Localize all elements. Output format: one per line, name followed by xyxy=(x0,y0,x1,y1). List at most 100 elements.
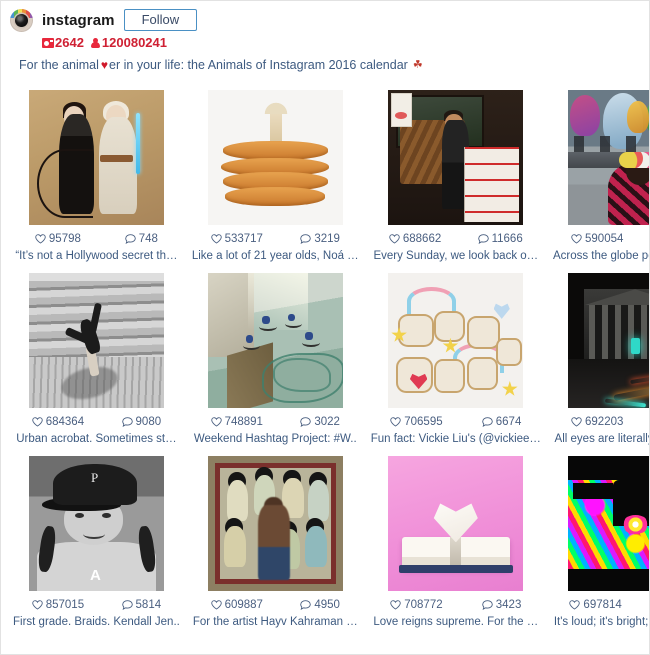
post-caption[interactable]: It's loud; it's bright; it's psyche… xyxy=(553,615,649,630)
speech-bubble-icon xyxy=(300,417,312,427)
heart-icon xyxy=(210,234,222,244)
post-artwork-a7 xyxy=(388,273,524,408)
post-thumbnail[interactable] xyxy=(192,90,359,225)
post-thumbnail[interactable] xyxy=(13,90,180,225)
post-cell-4[interactable]: 590054 2732 Across the globe people are … xyxy=(547,83,649,266)
heart-icon xyxy=(32,417,43,427)
post-thumbnail[interactable] xyxy=(553,456,649,591)
post-caption[interactable]: Like a lot of 21 year olds, Noá … xyxy=(192,249,359,264)
profile-header: instagram Follow 2642 120080241 For the … xyxy=(1,1,649,73)
post-cell-1[interactable]: 95798 748 “It’s not a Hollywood secret t… xyxy=(7,83,186,266)
post-image[interactable] xyxy=(207,90,343,225)
post-stats: 692203 3192 xyxy=(553,416,649,428)
post-comments: 9080 xyxy=(121,416,162,428)
post-thumbnail[interactable] xyxy=(553,90,649,225)
post-caption[interactable]: Fun fact: Vickie Liu's (@vickiee… xyxy=(371,432,541,447)
post-comments: 4950 xyxy=(300,599,340,611)
post-image[interactable] xyxy=(207,273,343,408)
post-image[interactable] xyxy=(388,273,524,408)
post-cell-9[interactable]: PA 857015 5814 First grade. Braids. Kend… xyxy=(7,449,186,632)
comments-count: 9080 xyxy=(135,416,162,428)
post-stats: 748891 3022 xyxy=(192,416,359,428)
post-cell-6[interactable]: 748891 3022 Weekend Hashtag Project: #W.… xyxy=(186,266,365,449)
heart-icon xyxy=(210,600,222,610)
post-comments: 5814 xyxy=(121,599,162,611)
likes-count: 95798 xyxy=(48,233,81,245)
post-caption[interactable]: Across the globe people are a… xyxy=(553,249,649,264)
post-cell-10[interactable]: 609887 4950 For the artist Hayv Kahraman… xyxy=(186,449,365,632)
speech-bubble-icon xyxy=(482,417,493,427)
speech-bubble-icon xyxy=(482,600,493,610)
post-caption[interactable]: For the artist Hayv Kahraman … xyxy=(192,615,359,630)
profile-username[interactable]: instagram xyxy=(42,12,115,29)
post-cell-7[interactable]: 706595 6674 Fun fact: Vickie Liu's (@vic… xyxy=(365,266,547,449)
post-caption[interactable]: First grade. Braids. Kendall Jen.. xyxy=(13,615,180,630)
comments-count: 5814 xyxy=(135,599,162,611)
post-artwork-a6 xyxy=(207,273,343,408)
post-cell-11[interactable]: 708772 3423 Love reigns supreme. For the… xyxy=(365,449,547,632)
post-image[interactable] xyxy=(388,90,524,225)
likes-count: 708772 xyxy=(404,599,443,611)
post-image[interactable] xyxy=(567,90,649,225)
profile-bio: For the animal ♥ er in your life: the An… xyxy=(19,57,649,73)
post-cell-3[interactable]: 688662 11666 Every Sunday, we look back … xyxy=(365,83,547,266)
bio-trailing-emoji-icon: ☘ xyxy=(412,58,423,71)
comments-count: 748 xyxy=(138,233,158,245)
post-caption[interactable]: Weekend Hashtag Project: #W.. xyxy=(192,432,359,447)
post-cell-2[interactable]: 533717 3219 Like a lot of 21 year olds, … xyxy=(186,83,365,266)
post-image[interactable] xyxy=(388,456,524,591)
post-artwork-a5 xyxy=(28,273,164,408)
post-caption[interactable]: Urban acrobat. Sometimes st… xyxy=(13,432,180,447)
post-thumbnail[interactable] xyxy=(13,273,180,408)
instagram-camera-logo-icon[interactable] xyxy=(10,8,33,32)
post-image[interactable] xyxy=(28,273,164,408)
post-artwork-a8 xyxy=(567,273,649,408)
likes-count: 590054 xyxy=(585,233,624,245)
likes-count: 857015 xyxy=(45,599,85,611)
post-likes: 684364 xyxy=(32,416,84,428)
post-caption[interactable]: Every Sunday, we look back o… xyxy=(371,249,541,264)
comments-count: 11666 xyxy=(491,233,523,245)
post-thumbnail[interactable] xyxy=(371,90,541,225)
post-likes: 533717 xyxy=(210,233,263,245)
post-image[interactable]: PA xyxy=(28,456,164,591)
post-cell-12[interactable]: 697814 10306 It's loud; it's bright; it'… xyxy=(547,449,649,632)
post-cell-8[interactable]: 692203 3192 All eyes are literally on th… xyxy=(547,266,649,449)
camera-icon xyxy=(42,38,54,48)
post-grid: 95798 748 “It’s not a Hollywood secret t… xyxy=(1,83,649,632)
post-comments: 3022 xyxy=(300,416,340,428)
speech-bubble-icon xyxy=(121,417,133,427)
likes-count: 692203 xyxy=(585,416,624,428)
post-comments: 748 xyxy=(124,233,158,245)
post-thumbnail[interactable] xyxy=(371,456,541,591)
post-thumbnail[interactable] xyxy=(192,273,359,408)
post-stats: 857015 5814 xyxy=(13,599,180,611)
post-artwork-a11 xyxy=(388,456,524,591)
post-caption[interactable]: Love reigns supreme. For the … xyxy=(371,615,541,630)
post-comments: 6674 xyxy=(482,416,521,428)
likes-count: 688662 xyxy=(402,233,442,245)
comments-count: 3022 xyxy=(314,416,340,428)
post-likes: 748891 xyxy=(210,416,263,428)
post-thumbnail[interactable] xyxy=(371,273,541,408)
post-thumbnail[interactable] xyxy=(192,456,359,591)
post-caption[interactable]: All eyes are literally on the int… xyxy=(553,432,649,447)
camera-lens xyxy=(15,13,28,27)
heart-icon xyxy=(390,417,401,427)
post-image[interactable] xyxy=(207,456,343,591)
heart-icon xyxy=(569,600,581,610)
post-image[interactable] xyxy=(28,90,164,225)
post-image[interactable] xyxy=(567,273,649,408)
post-artwork-a1 xyxy=(28,90,164,225)
post-image[interactable] xyxy=(567,456,649,591)
post-artwork-a2 xyxy=(207,90,343,225)
post-thumbnail[interactable] xyxy=(553,273,649,408)
identity-row: instagram Follow xyxy=(10,8,649,32)
follow-button[interactable]: Follow xyxy=(123,9,198,31)
post-caption[interactable]: “It’s not a Hollywood secret th… xyxy=(13,249,180,264)
post-thumbnail[interactable]: PA xyxy=(13,456,180,591)
likes-count: 533717 xyxy=(224,233,263,245)
post-cell-5[interactable]: 684364 9080 Urban acrobat. Sometimes st… xyxy=(7,266,186,449)
followers-stat: 120080241 xyxy=(91,36,167,50)
post-likes: 857015 xyxy=(32,599,84,611)
